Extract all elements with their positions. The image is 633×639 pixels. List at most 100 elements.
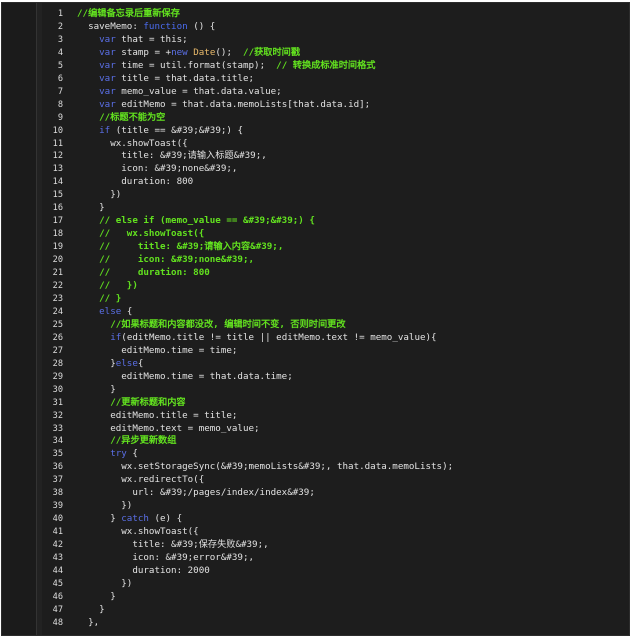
- code-text: }: [77, 604, 105, 617]
- code-line[interactable]: 21 // duration: 800: [37, 267, 629, 280]
- code-line[interactable]: 42 title: &#39;保存失败&#39;,: [37, 539, 629, 552]
- code-line[interactable]: 47 }: [37, 604, 629, 617]
- code-text: }else{: [77, 358, 143, 371]
- code-text: duration: 2000: [77, 565, 209, 578]
- code-token: try: [110, 448, 127, 460]
- code-area[interactable]: 1 //编辑备忘录后重新保存 2 saveMemo: function () {3 …: [37, 3, 629, 635]
- code-line[interactable]: 48 },: [37, 617, 629, 630]
- line-number: 3: [57, 34, 63, 45]
- line-number: 40: [52, 514, 63, 525]
- code-token: editMemo.title = title;: [77, 409, 238, 421]
- line-number: 46: [52, 591, 63, 602]
- code-token: title: &#39;保存失败&#39;,: [77, 539, 269, 551]
- code-line[interactable]: 20 // icon: &#39;none&#39;,: [37, 254, 629, 267]
- code-line[interactable]: 9 //标题不能为空: [37, 112, 629, 125]
- code-line[interactable]: 6 var title = that.data.title;: [37, 73, 629, 86]
- code-line[interactable]: 16 }: [37, 202, 629, 215]
- code-text: //更新标题和内容: [77, 397, 185, 410]
- code-text: // title: &#39;请输入内容&#39;,: [77, 241, 283, 254]
- code-line[interactable]: 11 wx.showToast({: [37, 138, 629, 151]
- line-number: 1: [57, 9, 63, 19]
- code-line[interactable]: 29 editMemo.time = that.data.time;: [37, 371, 629, 384]
- code-line[interactable]: 28 }else{: [37, 358, 629, 371]
- code-line[interactable]: 2 saveMemo: function () {: [37, 21, 629, 34]
- code-text: icon: &#39;none&#39;,: [77, 163, 237, 176]
- code-line[interactable]: 14 duration: 800: [37, 176, 629, 189]
- code-line[interactable]: 19 // title: &#39;请输入内容&#39;,: [37, 241, 629, 254]
- code-line[interactable]: 8 var editMemo = that.data.memoLists[tha…: [37, 99, 629, 112]
- code-token: memo_value = that.data.value;: [115, 85, 282, 97]
- code-token: stamp = +: [115, 46, 172, 58]
- code-line[interactable]: 3 var that = this;: [37, 34, 629, 47]
- line-number: 38: [52, 488, 63, 499]
- line-number: 23: [52, 293, 63, 304]
- line-number: 30: [52, 384, 63, 395]
- code-text: //如果标题和内容都没改, 编辑时间不变, 否则时间更改: [77, 319, 345, 332]
- code-line[interactable]: 15 }): [37, 189, 629, 202]
- code-comment: //标题不能为空: [99, 111, 166, 123]
- code-token: editMemo.time = time;: [77, 344, 238, 356]
- code-token: Date: [193, 46, 216, 58]
- code-line[interactable]: 33 editMemo.text = memo_value;: [37, 423, 629, 436]
- code-text: url: &#39;/pages/index/index&#39;: [77, 487, 315, 500]
- code-line[interactable]: 43 icon: &#39;error&#39;,: [37, 552, 629, 565]
- code-line[interactable]: 34 //异步更新数组: [37, 435, 629, 448]
- line-number: 42: [52, 540, 63, 551]
- code-line[interactable]: 38 url: &#39;/pages/index/index&#39;: [37, 487, 629, 500]
- code-line[interactable]: 37 wx.redirectTo({: [37, 474, 629, 487]
- code-line[interactable]: 40 } catch (e) {: [37, 513, 629, 526]
- code-token: else: [115, 357, 138, 369]
- code-line[interactable]: 4 var stamp = +new Date(); //获取时间戳: [37, 47, 629, 60]
- code-token: icon: &#39;error&#39;,: [77, 552, 255, 564]
- code-text: wx.setStorageSync(&#39;memoLists&#39;, t…: [77, 461, 453, 474]
- code-line[interactable]: 39 }): [37, 500, 629, 513]
- code-line[interactable]: 25 //如果标题和内容都没改, 编辑时间不变, 否则时间更改: [37, 319, 629, 332]
- line-number: 35: [52, 449, 63, 460]
- code-line[interactable]: 35 try {: [37, 448, 629, 461]
- code-line[interactable]: 31 //更新标题和内容: [37, 397, 629, 410]
- code-token: title: &#39;请输入标题&#39;,: [77, 150, 267, 162]
- code-token: editMemo = that.data.memoLists[that.data…: [115, 98, 371, 110]
- code-line[interactable]: 41 wx.showToast({: [37, 526, 629, 539]
- code-text: wx.redirectTo({: [77, 474, 204, 487]
- code-line[interactable]: 30 }: [37, 384, 629, 397]
- code-text: // wx.showToast({: [77, 228, 204, 241]
- code-comment: // icon: &#39;none&#39;,: [99, 254, 255, 266]
- code-token: wx.redirectTo({: [77, 474, 205, 486]
- code-line[interactable]: 7 var memo_value = that.data.value;: [37, 86, 629, 99]
- code-line[interactable]: 27 editMemo.time = time;: [37, 345, 629, 358]
- code-line[interactable]: 18 // wx.showToast({: [37, 228, 629, 241]
- code-line[interactable]: 44 duration: 2000: [37, 565, 629, 578]
- code-token: }): [77, 500, 133, 512]
- code-token: (editMemo.title != title || editMemo.tex…: [121, 331, 437, 343]
- code-line[interactable]: 17 // else if (memo_value == &#39;&#39;)…: [37, 215, 629, 228]
- code-line[interactable]: 12 title: &#39;请输入标题&#39;,: [37, 150, 629, 163]
- code-line[interactable]: 46 }: [37, 591, 629, 604]
- code-token: }): [77, 189, 122, 201]
- code-line[interactable]: 22 // }): [37, 280, 629, 293]
- code-comment: // else if (memo_value == &#39;&#39;) {: [99, 215, 315, 227]
- code-line[interactable]: 1 //编辑备忘录后重新保存: [37, 8, 629, 21]
- code-line[interactable]: 5 var time = util.format(stamp); // 转换成标…: [37, 60, 629, 73]
- code-text: //编辑备忘录后重新保存: [77, 8, 180, 21]
- line-number: 13: [52, 164, 63, 175]
- code-line[interactable]: 32 editMemo.title = title;: [37, 410, 629, 423]
- code-line[interactable]: 10 if (title == &#39;&#39;) {: [37, 125, 629, 138]
- code-token: function: [143, 20, 188, 32]
- code-line[interactable]: 13 icon: &#39;none&#39;,: [37, 163, 629, 176]
- code-text: if(editMemo.title != title || editMemo.t…: [77, 331, 437, 345]
- code-line[interactable]: 24 else {: [37, 306, 629, 319]
- code-editor[interactable]: 1 //编辑备忘录后重新保存 2 saveMemo: function () {3 …: [1, 2, 630, 636]
- code-line[interactable]: 26 if(editMemo.title != title || editMem…: [37, 332, 629, 345]
- code-line[interactable]: 36 wx.setStorageSync(&#39;memoLists&#39;…: [37, 461, 629, 474]
- code-token: title = that.data.title;: [115, 72, 255, 84]
- code-line[interactable]: 45 }): [37, 578, 629, 591]
- code-line[interactable]: 23 // }: [37, 293, 629, 306]
